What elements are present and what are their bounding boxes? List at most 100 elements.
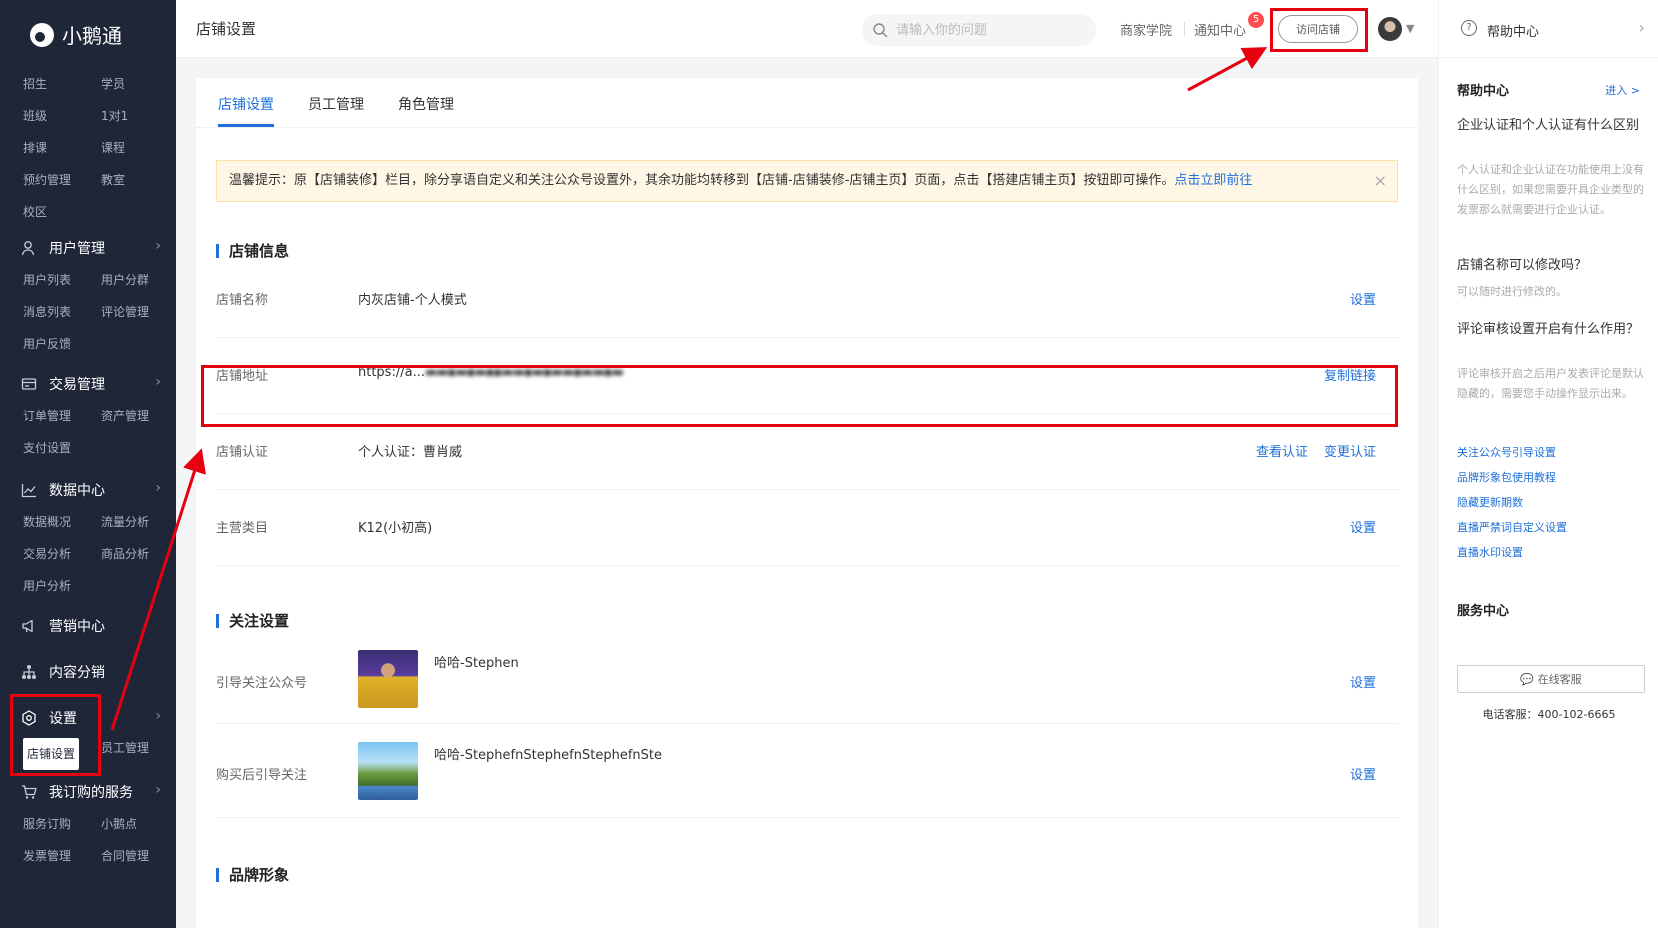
search-input[interactable] [896, 22, 1076, 38]
close-icon[interactable]: × [1374, 161, 1387, 201]
share-tree-icon [21, 664, 37, 680]
help-panel: ? 帮助中心 › 帮助中心 进入 > 企业认证和个人认证有什么区别 个人认证和企… [1438, 0, 1658, 928]
sidebar-item-staff[interactable]: 员工管理 [101, 732, 179, 764]
tab-staff[interactable]: 员工管理 [308, 94, 364, 114]
sidebar-item[interactable]: 服务订购 [23, 808, 101, 840]
brand-logo[interactable]: 小鹅通 [30, 20, 122, 49]
sidebar-item[interactable]: 用户分群 [101, 264, 179, 296]
chat-icon: 💬 [1520, 673, 1538, 686]
avatar[interactable] [1378, 17, 1402, 41]
faq-answer: 个人认证和企业认证在功能使用上没有什么区别，如果您需要开具企业类型的发票那么就需… [1457, 163, 1644, 216]
sidebar-item[interactable]: 用户反馈 [23, 328, 101, 360]
help-header[interactable]: ? 帮助中心 › [1439, 0, 1658, 58]
sidebar-item[interactable]: 订单管理 [23, 400, 101, 432]
sidebar-item[interactable]: 课程 [101, 132, 179, 164]
change-certification-link[interactable]: 变更认证 [1324, 441, 1376, 460]
sidebar-item[interactable]: 1对1 [101, 100, 179, 132]
row-value: K12(小初高) [358, 521, 433, 536]
chevron-right-icon: › [155, 480, 161, 496]
megaphone-icon [21, 618, 37, 634]
view-certification-link[interactable]: 查看认证 [1256, 441, 1308, 460]
tab-bar: 店铺设置 员工管理 角色管理 [196, 78, 1418, 128]
set-link[interactable]: 设置 [1350, 289, 1376, 308]
faq-question[interactable]: 评论审核设置开启有什么作用？ [1457, 320, 1647, 339]
help-link[interactable]: 直播严禁词自定义设置 [1457, 519, 1567, 535]
online-service-button[interactable]: 💬 在线客服 [1457, 665, 1645, 693]
row-label: 购买后引导关注 [216, 768, 308, 783]
brand-name: 小鹅通 [62, 24, 122, 48]
row-label: 引导关注公众号 [216, 676, 308, 691]
sidebar-item[interactable]: 用户分析 [23, 570, 101, 602]
row-main-category: 主营类目 K12(小初高) 设置 [216, 486, 1398, 566]
sidebar-item[interactable]: 教室 [101, 164, 179, 196]
sidebar-section-label: 内容分销 [49, 665, 105, 681]
search-box[interactable] [862, 14, 1096, 46]
help-link[interactable]: 关注公众号引导设置 [1457, 444, 1556, 460]
brand-logo-icon [30, 22, 54, 47]
caret-down-icon[interactable]: ▼ [1406, 22, 1414, 35]
notification-center-link[interactable]: 通知中心 [1194, 20, 1246, 39]
sidebar-item[interactable]: 支付设置 [23, 432, 101, 464]
sidebar-item[interactable]: 评论管理 [101, 296, 179, 328]
highlight-shop-settings [10, 694, 101, 776]
sidebar-section-marketing[interactable]: 营销中心 [21, 614, 161, 638]
help-link[interactable]: 隐藏更新期数 [1457, 494, 1523, 510]
sidebar-item[interactable]: 合同管理 [101, 840, 179, 872]
tab-shop-settings[interactable]: 店铺设置 [218, 94, 274, 114]
after-purchase-name: 哈哈-StephefnStephefnStephefnSte [434, 748, 662, 763]
notice-bar: 温馨提示：原【店铺装修】栏目，除分享语自定义和关注公众号设置外，其余功能均转移到… [216, 160, 1398, 202]
sidebar-section-label: 交易管理 [49, 377, 105, 393]
user-icon [21, 240, 37, 256]
sidebar-section-trade[interactable]: 交易管理 › [21, 372, 161, 396]
sidebar-item[interactable]: 排课 [23, 132, 101, 164]
set-link[interactable]: 设置 [1350, 517, 1376, 536]
sidebar-item[interactable]: 商品分析 [101, 538, 179, 570]
online-service-label: 在线客服 [1537, 673, 1582, 686]
sidebar-item[interactable]: 小鹅点 [101, 808, 179, 840]
phone-label: 电话客服： [1482, 708, 1538, 721]
sidebar-item[interactable]: 校区 [23, 196, 101, 228]
sidebar-item[interactable]: 用户列表 [23, 264, 101, 296]
sidebar-item[interactable]: 流量分析 [101, 506, 179, 538]
sidebar-item[interactable]: 学员 [101, 68, 179, 100]
set-link[interactable]: 设置 [1350, 672, 1376, 691]
row-value: 个人认证：曹肖威 [358, 445, 463, 460]
faq-answer: 评论审核开启之后用户发表评论是默认隐藏的，需要您手动操作显示出来。 [1457, 367, 1644, 400]
sidebar-section-subscriptions[interactable]: 我订购的服务 › [21, 780, 161, 804]
help-link[interactable]: 品牌形象包使用教程 [1457, 469, 1556, 485]
set-link[interactable]: 设置 [1350, 764, 1376, 783]
sidebar-item[interactable]: 交易分析 [23, 538, 101, 570]
section-title-shop-info: 店铺信息 [216, 244, 289, 259]
sidebar-section-label: 用户管理 [49, 241, 105, 257]
row-label: 店铺名称 [216, 293, 269, 308]
chevron-right-icon: › [155, 708, 161, 724]
tab-roles[interactable]: 角色管理 [398, 94, 454, 114]
sidebar-section-distribution[interactable]: 内容分销 [21, 660, 161, 684]
sidebar-trade-group: 订单管理 资产管理 支付设置 [23, 400, 179, 464]
official-account-thumbnail [358, 650, 418, 708]
sidebar-top-group: 招生 学员 班级 1对1 排课 课程 预约管理 教室 校区 [23, 68, 179, 228]
help-enter-link[interactable]: 进入 > [1605, 82, 1640, 98]
sidebar-section-data[interactable]: 数据中心 › [21, 478, 161, 502]
section-title-brand: 品牌形象 [216, 868, 289, 883]
help-link[interactable]: 直播水印设置 [1457, 544, 1523, 560]
sidebar-item[interactable]: 班级 [23, 100, 101, 132]
notice-text: 温馨提示：原【店铺装修】栏目，除分享语自定义和关注公众号设置外，其余功能均转移到… [229, 173, 1175, 188]
sidebar: 小鹅通 招生 学员 班级 1对1 排课 课程 预约管理 教室 校区 用户管理 › 用户列… [0, 0, 176, 928]
row-value: 内灰店铺-个人模式 [358, 293, 467, 308]
sidebar-item[interactable]: 资产管理 [101, 400, 179, 432]
faq-question[interactable]: 店铺名称可以修改吗？ [1457, 256, 1647, 275]
notice-link[interactable]: 点击立即前往 [1174, 173, 1252, 188]
merchant-academy-link[interactable]: 商家学院 [1120, 20, 1172, 39]
sidebar-item[interactable]: 招生 [23, 68, 101, 100]
sidebar-section-user-mgmt[interactable]: 用户管理 › [21, 236, 161, 260]
sidebar-item[interactable]: 消息列表 [23, 296, 101, 328]
faq-question[interactable]: 企业认证和个人认证有什么区别 [1457, 116, 1647, 135]
sidebar-item[interactable]: 发票管理 [23, 840, 101, 872]
sidebar-item[interactable]: 数据概况 [23, 506, 101, 538]
after-purchase-thumbnail [358, 742, 418, 800]
sidebar-item[interactable]: 预约管理 [23, 164, 101, 196]
row-label: 主营类目 [216, 521, 269, 536]
faq-answer: 可以随时进行修改的。 [1457, 285, 1567, 298]
chart-icon [21, 482, 37, 498]
